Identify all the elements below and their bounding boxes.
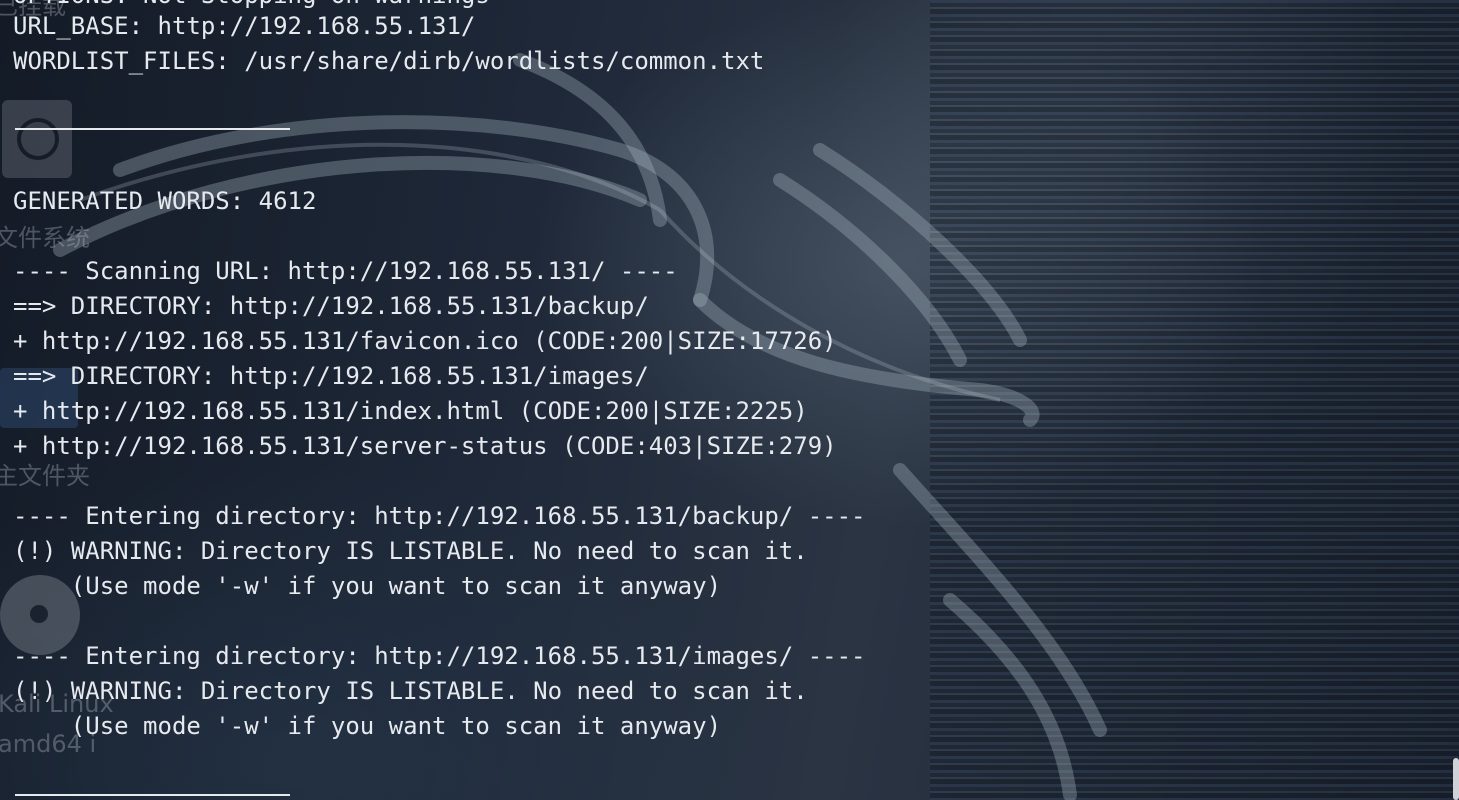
terminal-line-index: + http://192.168.55.131/index.html (CODE… bbox=[13, 397, 808, 425]
terminal-line-generated-words: GENERATED WORDS: 4612 bbox=[13, 187, 317, 215]
separator-line-bottom bbox=[15, 794, 290, 796]
terminal-scrollbar[interactable] bbox=[1453, 758, 1459, 800]
terminal-line-dir-backup: ==> DIRECTORY: http://192.168.55.131/bac… bbox=[13, 292, 649, 320]
terminal-output[interactable]: OPTIONS: Not Stopping on warnings URL_BA… bbox=[0, 0, 1459, 800]
terminal-line-favicon: + http://192.168.55.131/favicon.ico (COD… bbox=[13, 327, 837, 355]
terminal-line-dir-images: ==> DIRECTORY: http://192.168.55.131/ima… bbox=[13, 362, 649, 390]
terminal-line-enter-backup: ---- Entering directory: http://192.168.… bbox=[13, 502, 866, 530]
separator-line bbox=[15, 128, 290, 130]
terminal-line-wordlist: WORDLIST_FILES: /usr/share/dirb/wordlist… bbox=[13, 47, 765, 75]
terminal-line-scanning: ---- Scanning URL: http://192.168.55.131… bbox=[13, 257, 678, 285]
terminal-line-use-mode-1: (Use mode '-w' if you want to scan it an… bbox=[13, 572, 722, 600]
terminal-line-warning-2: (!) WARNING: Directory IS LISTABLE. No n… bbox=[13, 677, 808, 705]
terminal-line-server-status: + http://192.168.55.131/server-status (C… bbox=[13, 432, 837, 460]
terminal-line-warning-1: (!) WARNING: Directory IS LISTABLE. No n… bbox=[13, 537, 808, 565]
terminal-line-enter-images: ---- Entering directory: http://192.168.… bbox=[13, 642, 866, 670]
terminal-line-url-base: URL_BASE: http://192.168.55.131/ bbox=[13, 12, 476, 40]
terminal-line-use-mode-2: (Use mode '-w' if you want to scan it an… bbox=[13, 712, 722, 740]
